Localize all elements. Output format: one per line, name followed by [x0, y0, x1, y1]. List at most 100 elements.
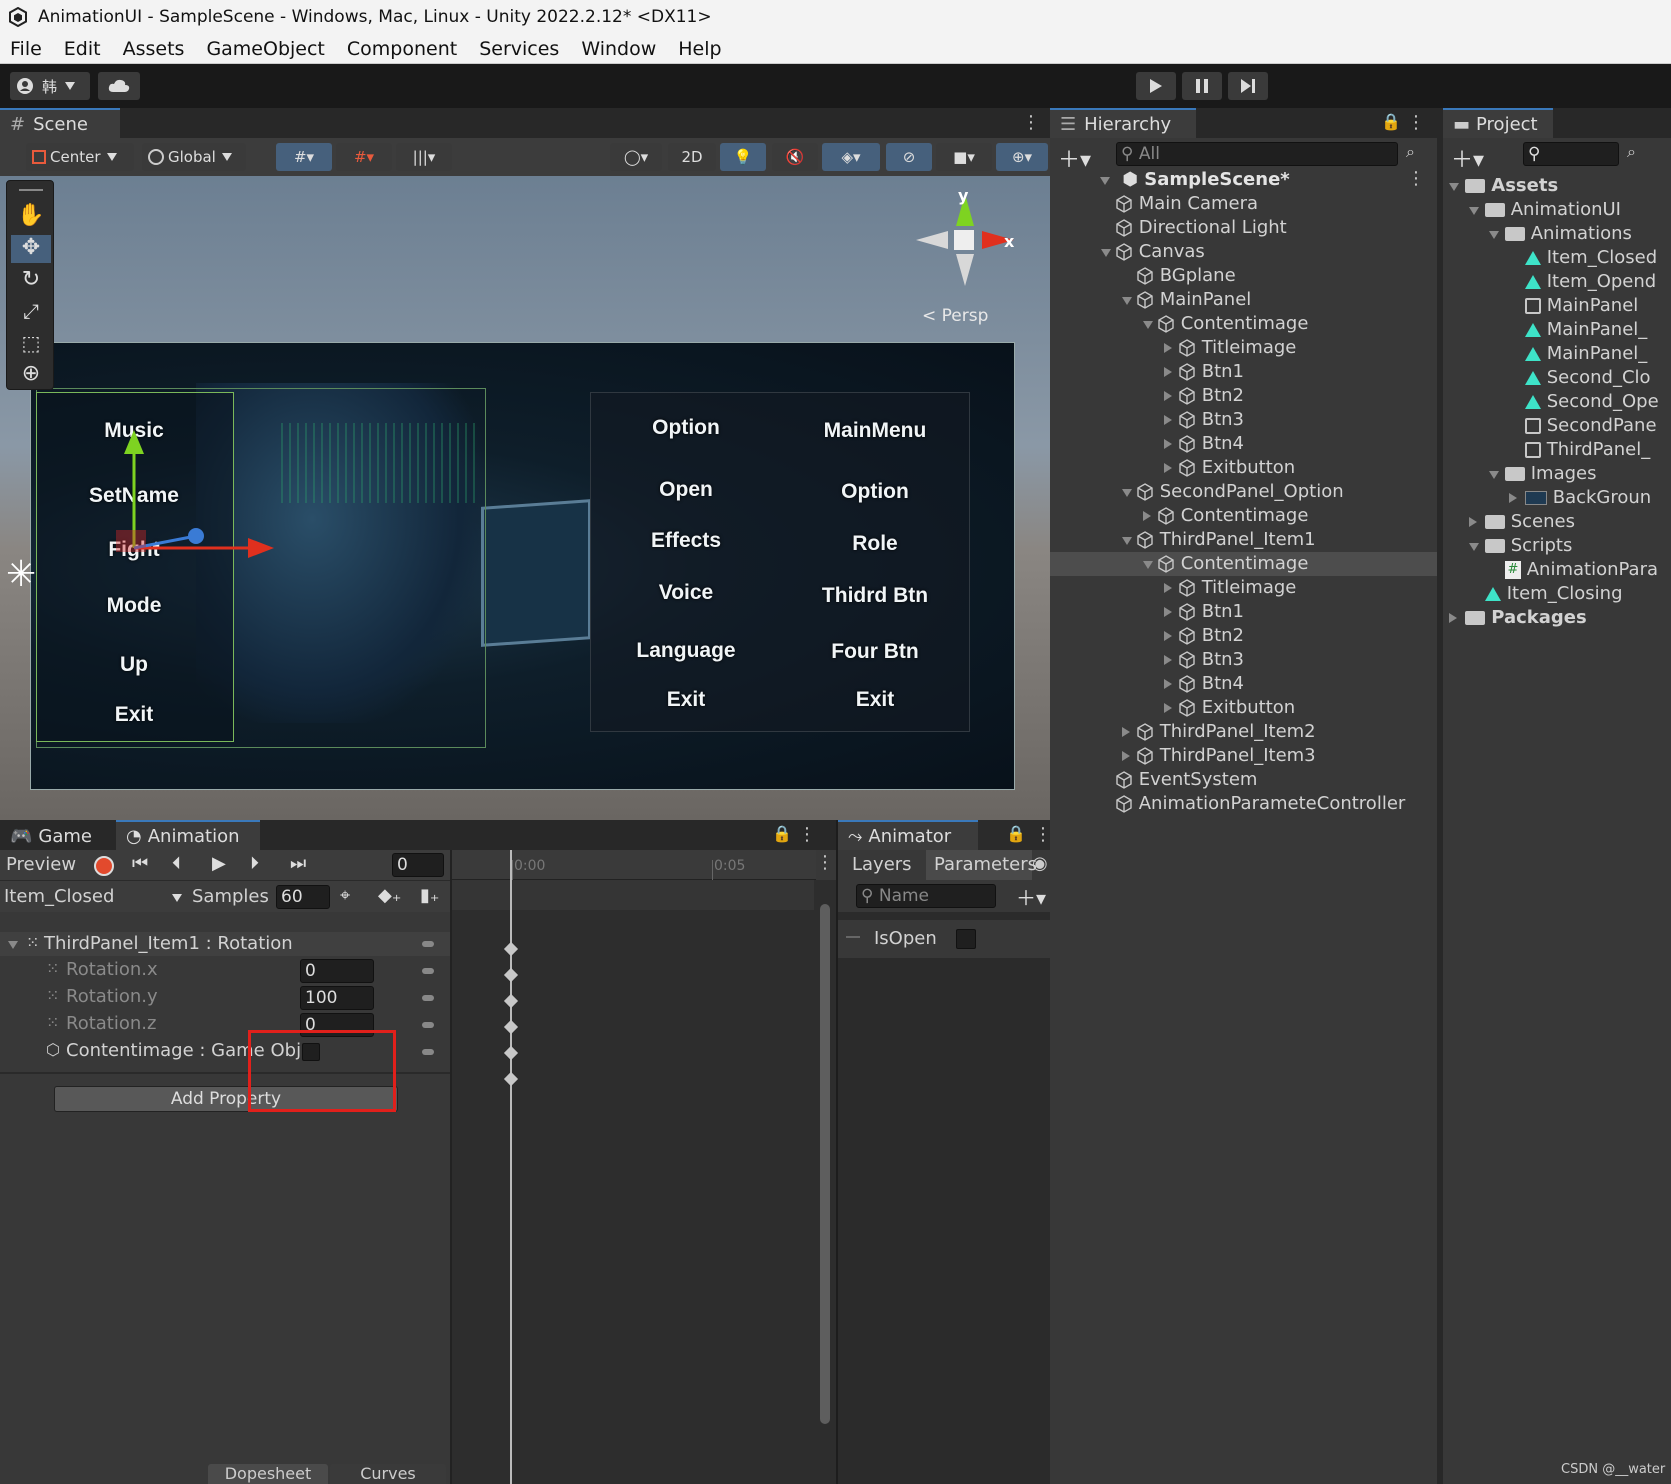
property-value-input[interactable]: 100 — [300, 986, 374, 1010]
add-keyframe-icon[interactable]: ◆₊ — [378, 885, 401, 906]
chevron-down-icon[interactable] — [1469, 543, 1479, 551]
hierarchy-item[interactable]: Exitbutton — [1164, 456, 1295, 480]
create-asset-button[interactable]: ＋▾ — [1451, 142, 1484, 174]
chevron-right-icon[interactable] — [1164, 367, 1172, 377]
menu-file[interactable]: File — [10, 38, 42, 60]
chevron-right-icon[interactable] — [1122, 727, 1130, 737]
persp-label[interactable]: < Persp — [922, 306, 988, 326]
play-button[interactable] — [1136, 72, 1176, 100]
menu-help[interactable]: Help — [678, 38, 721, 60]
more-icon[interactable]: ⋮ — [1407, 112, 1425, 133]
frame-input[interactable]: 0 — [392, 853, 444, 877]
parameter-row[interactable]: IsOpen — [838, 920, 1052, 958]
keyframe-dot-icon[interactable] — [422, 1049, 434, 1055]
chevron-down-icon[interactable] — [1449, 183, 1459, 191]
add-event-icon[interactable]: ▮₊ — [420, 885, 439, 906]
effects-button[interactable]: ◈▾ — [822, 143, 880, 171]
audio-button[interactable]: 🔇 — [772, 143, 818, 171]
hierarchy-item[interactable]: Contentimage — [1143, 504, 1308, 528]
hierarchy-item[interactable]: Main Camera — [1101, 192, 1258, 216]
eye-icon[interactable]: ◉ — [1032, 853, 1048, 874]
tab-curves[interactable]: Curves — [330, 1464, 446, 1484]
chevron-down-icon[interactable] — [1122, 297, 1132, 305]
hierarchy-item[interactable]: Titleimage — [1164, 576, 1296, 600]
chevron-right-icon[interactable] — [1509, 493, 1517, 503]
pivot-dropdown[interactable]: Center — [26, 143, 134, 171]
tab-animation[interactable]: ◔ Animation — [116, 820, 260, 850]
chevron-right-icon[interactable] — [1449, 613, 1457, 623]
chevron-right-icon[interactable] — [1164, 415, 1172, 425]
chevron-down-icon[interactable] — [1143, 561, 1153, 569]
chevron-down-icon[interactable] — [1101, 249, 1111, 257]
hierarchy-item[interactable]: Btn3 — [1164, 408, 1244, 432]
drag-handle-icon[interactable] — [19, 189, 43, 191]
visibility-button[interactable]: ⊘ — [886, 143, 932, 171]
menu-services[interactable]: Services — [479, 38, 559, 60]
scene-label-exit[interactable]: Exit — [34, 703, 234, 727]
project-item[interactable]: Scenes — [1469, 510, 1575, 534]
play-icon[interactable]: ▶ — [212, 853, 226, 874]
project-item[interactable]: Packages — [1449, 606, 1587, 630]
mode-2d-button[interactable]: 2D — [668, 143, 716, 171]
hierarchy-item[interactable]: Btn4 — [1164, 432, 1244, 456]
chevron-right-icon[interactable] — [1164, 655, 1172, 665]
grid-snap-button[interactable]: #▾ — [276, 143, 332, 171]
lock-icon[interactable]: 🔒 — [1381, 112, 1401, 131]
chevron-down-icon[interactable] — [1122, 537, 1132, 545]
hierarchy-search-input[interactable]: ⚲ All — [1116, 142, 1398, 166]
keyframe-dot-icon[interactable] — [422, 968, 434, 974]
pause-button[interactable] — [1182, 72, 1222, 100]
scene-root-item[interactable]: ⬢ SampleScene* — [1100, 168, 1290, 192]
more-icon[interactable]: ⋮ — [1407, 168, 1425, 189]
hierarchy-item[interactable]: SecondPanel_Option — [1122, 480, 1344, 504]
project-item[interactable]: Item_Closing — [1469, 582, 1623, 606]
project-item[interactable]: ThirdPanel_ — [1509, 438, 1650, 462]
hierarchy-item[interactable]: Exitbutton — [1164, 696, 1295, 720]
first-key-icon[interactable]: ⏮ — [132, 853, 148, 874]
chevron-right-icon[interactable] — [1164, 439, 1172, 449]
chevron-down-icon[interactable] — [1143, 321, 1153, 329]
keyframe-dot-icon[interactable] — [422, 995, 434, 1001]
more-icon[interactable]: ⋮ — [1034, 824, 1052, 845]
move-gizmo-icon[interactable] — [110, 426, 280, 566]
project-item[interactable]: Scripts — [1469, 534, 1572, 558]
hierarchy-item[interactable]: Btn1 — [1164, 360, 1244, 384]
hierarchy-item[interactable]: ThirdPanel_Item3 — [1122, 744, 1316, 768]
rotate-tool-icon[interactable]: ↻ — [11, 267, 51, 295]
next-key-icon[interactable]: ⏵ — [250, 853, 259, 874]
menu-gameobject[interactable]: GameObject — [206, 38, 324, 60]
scene-label-option-2[interactable]: Option — [775, 480, 975, 504]
increment-snap-button[interactable]: #▾ — [336, 143, 392, 171]
step-button[interactable] — [1228, 72, 1268, 100]
tab-scene[interactable]: # Scene — [0, 108, 120, 138]
scene-label-up[interactable]: Up — [34, 653, 234, 677]
scene-label-mode[interactable]: Mode — [34, 594, 234, 618]
hierarchy-item[interactable]: Btn4 — [1164, 672, 1244, 696]
chevron-down-icon[interactable] — [172, 894, 182, 902]
project-item[interactable]: Item_Opend — [1509, 270, 1656, 294]
move-tool-icon[interactable]: ✥ — [11, 235, 51, 263]
shading-mode-button[interactable]: ◯▾ — [610, 143, 662, 171]
chevron-right-icon[interactable] — [1164, 463, 1172, 473]
hierarchy-item[interactable]: ThirdPanel_Item2 — [1122, 720, 1316, 744]
hierarchy-item[interactable]: Contentimage — [1143, 552, 1308, 576]
keyframe-icon[interactable] — [503, 993, 519, 1009]
parameter-bool-checkbox[interactable] — [956, 929, 976, 949]
hierarchy-item[interactable]: Contentimage — [1143, 312, 1308, 336]
search-filter-icon[interactable]: ⌕ — [1627, 142, 1636, 162]
clip-dropdown[interactable]: Item_Closed — [4, 885, 114, 909]
lock-icon[interactable]: 🔒 — [1006, 824, 1026, 843]
property-row[interactable]: ⁙ Rotation.x 0 — [0, 958, 450, 984]
tab-parameters[interactable]: Parameters — [926, 850, 1037, 880]
more-icon[interactable]: ⋮ — [1022, 112, 1040, 133]
ruler-button[interactable]: |||▾ — [396, 143, 452, 171]
tab-animator[interactable]: ⤳ Animator — [838, 820, 978, 850]
chevron-right-icon[interactable] — [1164, 607, 1172, 617]
chevron-down-icon[interactable] — [1469, 207, 1479, 215]
menu-component[interactable]: Component — [347, 38, 457, 60]
scene-label-effects[interactable]: Effects — [586, 529, 786, 553]
project-item[interactable]: MainPanel_ — [1509, 342, 1647, 366]
chevron-right-icon[interactable] — [1164, 583, 1172, 593]
property-row[interactable]: ⁙ Rotation.y 100 — [0, 985, 450, 1011]
cloud-button[interactable] — [98, 72, 140, 100]
